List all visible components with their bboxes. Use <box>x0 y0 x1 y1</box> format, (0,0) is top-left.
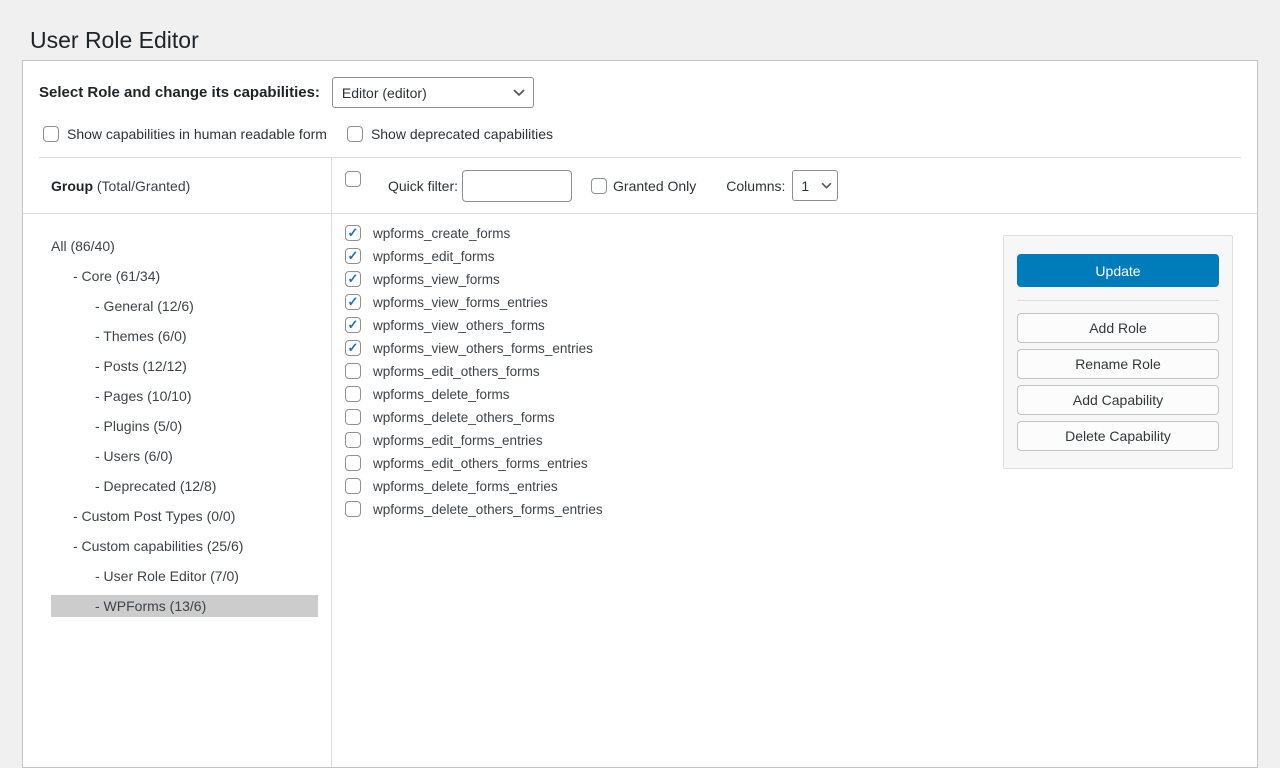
capability-label: wpforms_edit_forms <box>373 249 495 264</box>
tree-item[interactable]: - Pages (10/10) <box>51 385 318 407</box>
group-header-title: Group <box>51 178 93 194</box>
tree-item[interactable]: - Custom capabilities (25/6) <box>51 535 318 557</box>
capability-checkbox[interactable] <box>345 225 361 241</box>
filter-bar: Quick filter: Granted Only Columns: 1 <box>332 158 1257 214</box>
capability-checkbox[interactable] <box>345 340 361 356</box>
capability-label: wpforms_edit_others_forms <box>373 364 540 379</box>
capabilities-panel: Quick filter: Granted Only Columns: 1 wp… <box>332 158 1257 767</box>
capability-label: wpforms_delete_others_forms <box>373 410 555 425</box>
tree-item[interactable]: - Themes (6/0) <box>51 325 318 347</box>
columns-select[interactable]: 1 <box>792 170 838 201</box>
capability-checkbox[interactable] <box>345 363 361 379</box>
columns-label: Columns: <box>726 178 785 194</box>
deprecated-checkbox[interactable] <box>347 126 363 142</box>
capability-checkbox[interactable] <box>345 248 361 264</box>
delete-capability-button[interactable]: Delete Capability <box>1017 421 1219 451</box>
role-select[interactable]: Editor (editor) <box>332 77 534 108</box>
capability-row: wpforms_delete_forms_entries <box>345 478 1257 494</box>
capability-label: wpforms_view_others_forms_entries <box>373 341 593 356</box>
capability-label: wpforms_edit_others_forms_entries <box>373 456 588 471</box>
granted-only-checkbox[interactable] <box>591 178 607 194</box>
tree-item[interactable]: - General (12/6) <box>51 295 318 317</box>
capability-label: wpforms_view_others_forms <box>373 318 545 333</box>
display-options-row: Show capabilities in human readable form… <box>23 108 1257 142</box>
add-capability-button[interactable]: Add Capability <box>1017 385 1219 415</box>
rename-role-button[interactable]: Rename Role <box>1017 349 1219 379</box>
user-role-editor-panel: Select Role and change its capabilities:… <box>22 60 1258 768</box>
capability-label: wpforms_view_forms_entries <box>373 295 548 310</box>
human-readable-label[interactable]: Show capabilities in human readable form <box>67 126 327 142</box>
group-header-suffix: (Total/Granted) <box>93 178 190 194</box>
capability-checkbox[interactable] <box>345 409 361 425</box>
capability-row: wpforms_delete_others_forms_entries <box>345 501 1257 517</box>
capability-checkbox[interactable] <box>345 478 361 494</box>
capability-label: wpforms_delete_others_forms_entries <box>373 502 603 517</box>
group-panel: Group (Total/Granted) All (86/40) - Core … <box>23 158 332 767</box>
deprecated-label[interactable]: Show deprecated capabilities <box>371 126 553 142</box>
actions-panel: Update Add Role Rename Role Add Capabili… <box>1003 235 1233 469</box>
capability-checkbox[interactable] <box>345 317 361 333</box>
capabilities-area: wpforms_create_forms wpforms_edit_formswp… <box>332 214 1257 767</box>
capability-label: wpforms_delete_forms <box>373 387 510 402</box>
tree-item[interactable]: - Posts (12/12) <box>51 355 318 377</box>
capability-checkbox[interactable] <box>345 455 361 471</box>
granted-only-label[interactable]: Granted Only <box>613 178 696 194</box>
capability-checkbox[interactable] <box>345 501 361 517</box>
tree-item[interactable]: - User Role Editor (7/0) <box>51 565 318 587</box>
capability-label: wpforms_create_forms <box>373 226 510 241</box>
human-readable-checkbox[interactable] <box>43 126 59 142</box>
tree-item[interactable]: - Plugins (5/0) <box>51 415 318 437</box>
tree-item[interactable]: All (86/40) <box>51 235 318 257</box>
tree-item[interactable]: - Users (6/0) <box>51 445 318 467</box>
group-panel-header: Group (Total/Granted) <box>23 158 331 214</box>
role-selector-row: Select Role and change its capabilities:… <box>23 61 1257 108</box>
tree-item[interactable]: - Custom Post Types (0/0) <box>51 505 318 527</box>
capability-label: wpforms_view_forms <box>373 272 500 287</box>
capability-label: wpforms_edit_forms_entries <box>373 433 543 448</box>
capability-checkbox[interactable] <box>345 271 361 287</box>
capability-label: wpforms_delete_forms_entries <box>373 479 558 494</box>
quick-filter-label: Quick filter: <box>388 178 458 194</box>
actions-divider <box>1017 300 1219 301</box>
capability-checkbox[interactable] <box>345 294 361 310</box>
select-all-checkbox[interactable] <box>345 171 361 187</box>
capability-checkbox[interactable] <box>345 432 361 448</box>
quick-filter-input[interactable] <box>462 170 572 202</box>
tree-item[interactable]: - Core (61/34) <box>51 265 318 287</box>
add-role-button[interactable]: Add Role <box>1017 313 1219 343</box>
tree-item[interactable]: - WPForms (13/6) <box>51 595 318 617</box>
role-selector-label: Select Role and change its capabilities: <box>39 84 320 101</box>
tree-item[interactable]: - Deprecated (12/8) <box>51 475 318 497</box>
group-tree: All (86/40) - Core (61/34) - General (12/6… <box>23 214 331 617</box>
page-title: User Role Editor <box>0 0 1280 56</box>
update-button[interactable]: Update <box>1017 254 1219 287</box>
capability-checkbox[interactable] <box>345 386 361 402</box>
